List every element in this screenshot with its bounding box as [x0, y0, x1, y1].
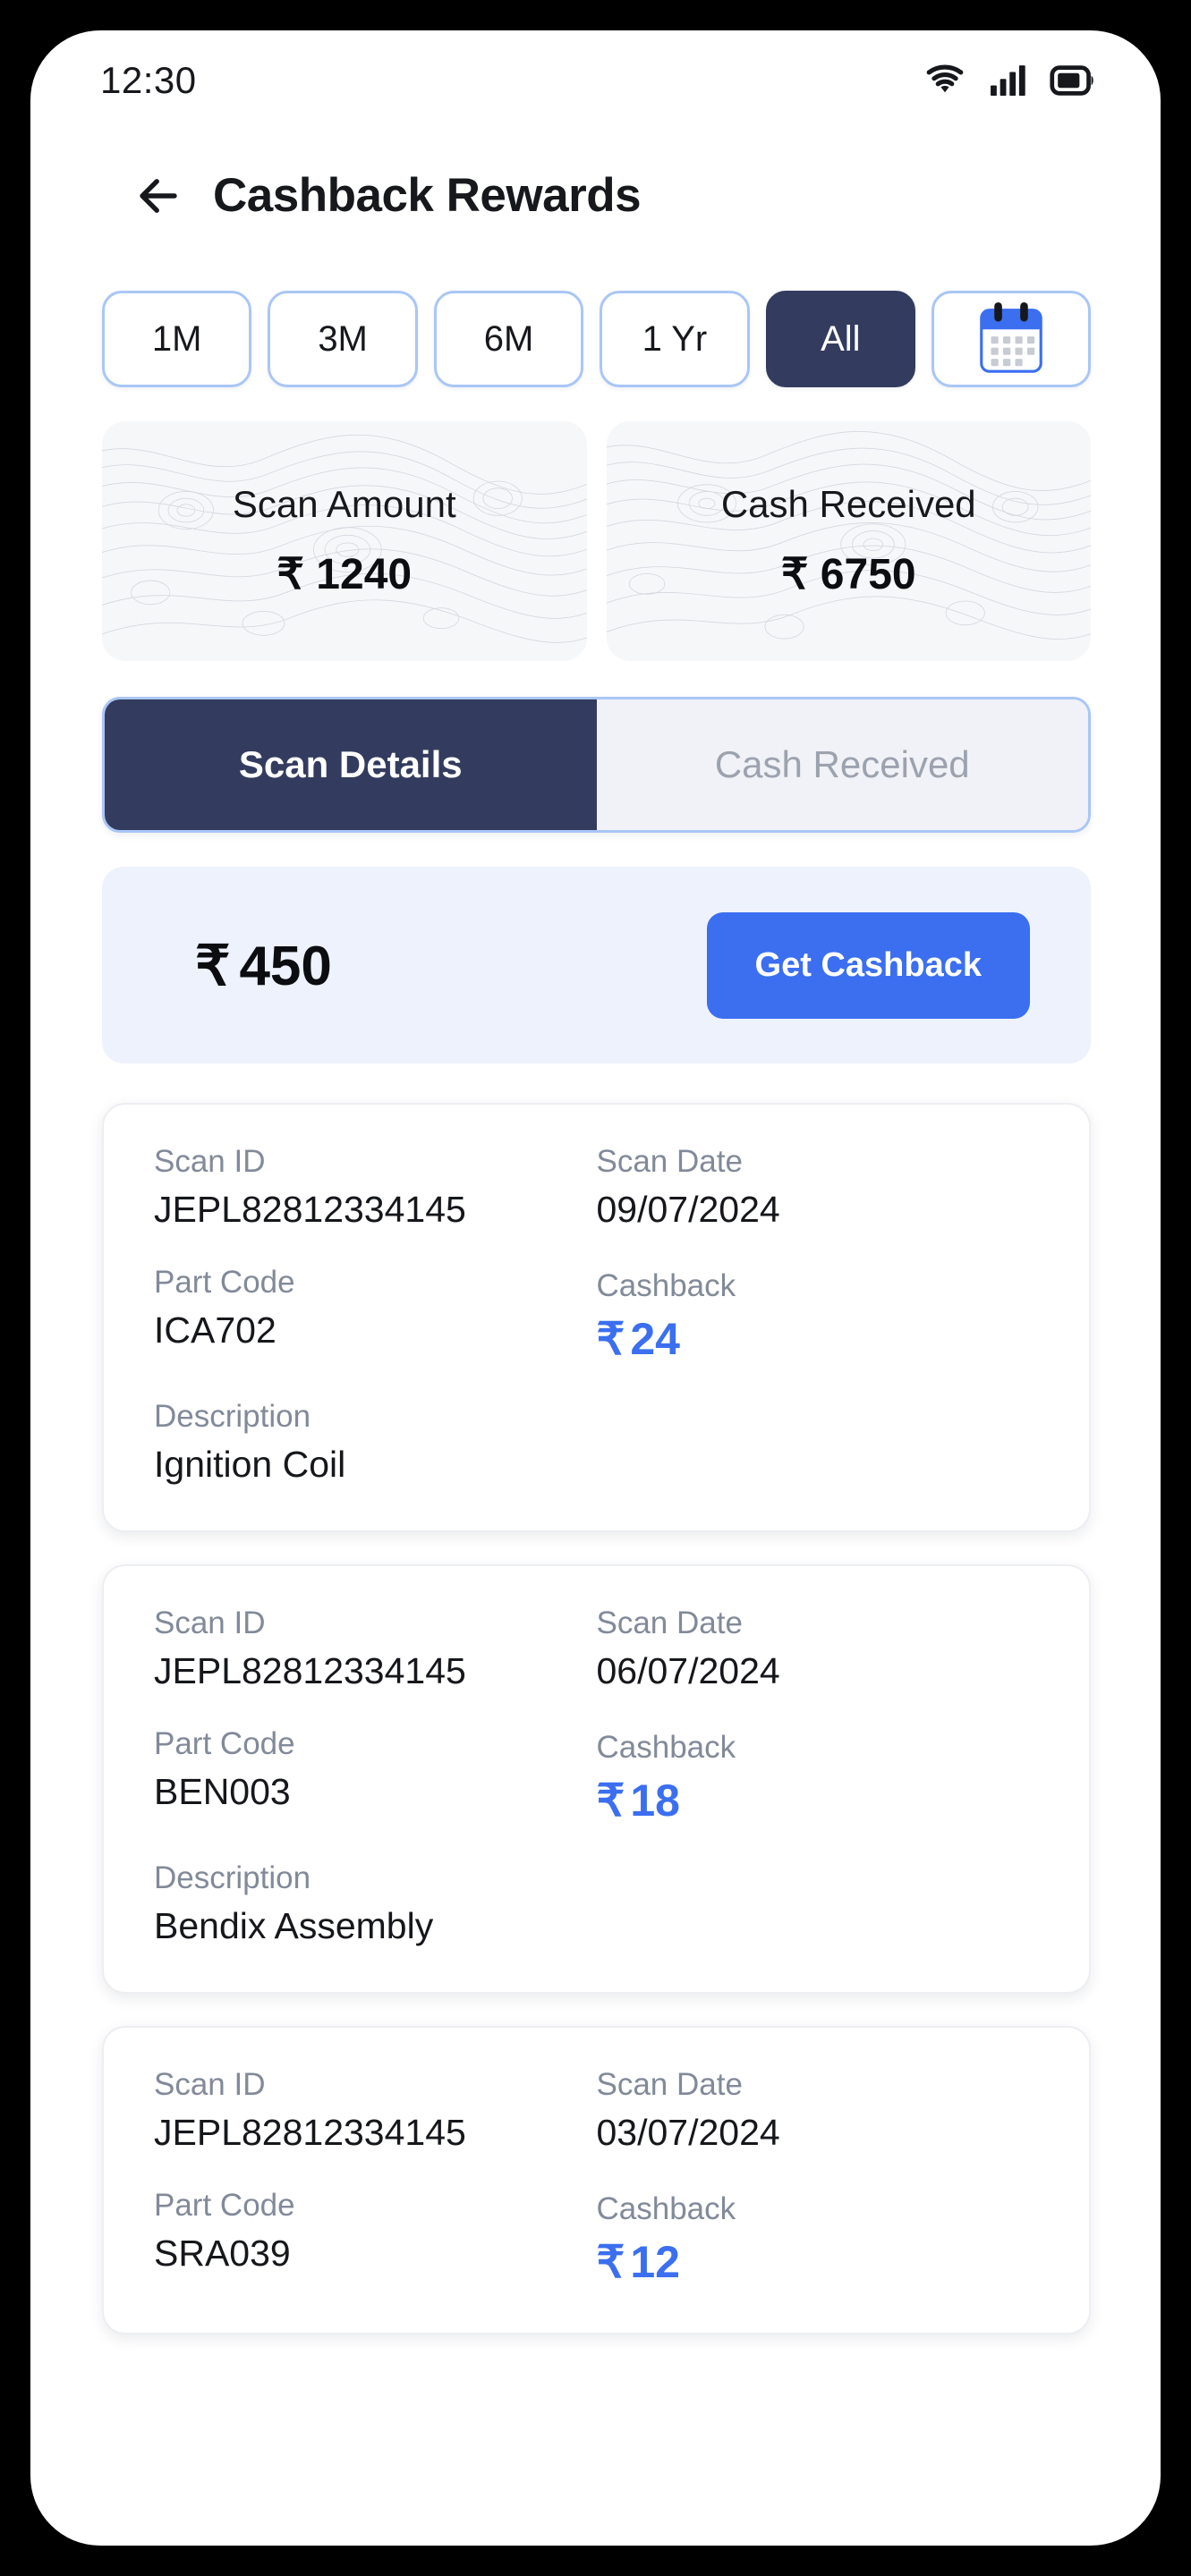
back-arrow-icon[interactable] [134, 172, 183, 220]
cashback-total: ₹450 [195, 933, 332, 998]
scan-date-cell: Scan Date 09/07/2024 [597, 1144, 1040, 1231]
tab-scan-details[interactable]: Scan Details [105, 699, 597, 830]
status-bar: 12:30 [30, 30, 1161, 131]
scan-card[interactable]: Scan ID JEPL82812334145 Scan Date 03/07/… [102, 2026, 1091, 2334]
cashback-number: 12 [630, 2237, 680, 2287]
scan-date-value: 03/07/2024 [596, 2112, 780, 2153]
part-code-value: ICA702 [154, 1309, 276, 1351]
part-code-value: SRA039 [154, 2233, 291, 2274]
page-title: Cashback Rewards [213, 169, 642, 222]
cashback-total-value: 450 [239, 935, 332, 997]
cashback-cell: Cashback ₹18 [597, 1726, 1040, 1826]
phone-screen: 12:30 Cashback Rewards 1M 3M 6M 1 Yr All… [30, 30, 1161, 2546]
rupee-symbol: ₹ [596, 1314, 625, 1364]
description-label: Description [154, 1399, 311, 1434]
cashback-label: Cashback [596, 1730, 736, 1765]
part-code-value: BEN003 [154, 1771, 291, 1812]
signal-icon [989, 64, 1026, 97]
scan-date-value: 06/07/2024 [596, 1650, 780, 1691]
cashback-amount: ₹12 [597, 2236, 1040, 2288]
scan-id-value: JEPL82812334145 [154, 1189, 466, 1230]
cashback-label: Cashback [596, 1268, 736, 1303]
scan-id-label: Scan ID [154, 1606, 266, 1640]
scan-id-cell: Scan ID JEPL82812334145 [154, 1606, 597, 1692]
scan-id-value: JEPL82812334145 [154, 1650, 466, 1691]
scan-card[interactable]: Scan ID JEPL82812334145 Scan Date 09/07/… [102, 1103, 1091, 1532]
part-code-label: Part Code [154, 1265, 295, 1300]
summary-value: ₹ 1240 [276, 551, 413, 598]
summary-value: ₹ 6750 [780, 551, 916, 598]
wifi-icon [924, 64, 966, 97]
filter-chip-6m[interactable]: 6M [433, 291, 584, 387]
cashback-cell: Cashback ₹24 [597, 1265, 1040, 1365]
cashback-banner: ₹450 Get Cashback [102, 867, 1091, 1063]
date-picker-button[interactable] [932, 291, 1092, 387]
description-label: Description [154, 1860, 311, 1895]
summary-card-cash-received: Cash Received ₹ 6750 [606, 421, 1091, 661]
spacer-cell [597, 1860, 1040, 1947]
summary-label: Cash Received [720, 483, 976, 525]
cashback-label: Cashback [596, 2191, 736, 2226]
scan-id-cell: Scan ID JEPL82812334145 [154, 2067, 597, 2154]
app-bar: Cashback Rewards [30, 131, 1161, 223]
part-code-label: Part Code [154, 1726, 295, 1761]
scan-id-value: JEPL82812334145 [154, 2112, 466, 2153]
scan-list: Scan ID JEPL82812334145 Scan Date 09/07/… [30, 1063, 1161, 2334]
filter-chip-row: 1M 3M 6M 1 Yr All [30, 223, 1161, 387]
spacer-cell [597, 1399, 1040, 1486]
scan-date-cell: Scan Date 06/07/2024 [597, 1606, 1040, 1692]
cashback-number: 18 [630, 1775, 680, 1826]
scan-card[interactable]: Scan ID JEPL82812334145 Scan Date 06/07/… [102, 1564, 1091, 1994]
cashback-cell: Cashback ₹12 [597, 2188, 1040, 2288]
rupee-symbol: ₹ [596, 2237, 625, 2287]
tab-row: Scan Details Cash Received [102, 697, 1091, 833]
scan-id-label: Scan ID [154, 1144, 266, 1179]
filter-chip-all[interactable]: All [765, 291, 916, 387]
description-value: Ignition Coil [154, 1444, 346, 1485]
rupee-symbol: ₹ [195, 935, 231, 997]
scan-date-value: 09/07/2024 [596, 1189, 780, 1230]
filter-chip-3m[interactable]: 3M [268, 291, 418, 387]
part-code-cell: Part Code BEN003 [154, 1726, 597, 1826]
calendar-icon [973, 300, 1050, 378]
scan-id-label: Scan ID [154, 2067, 266, 2102]
rupee-symbol: ₹ [596, 1775, 625, 1826]
summary-label: Scan Amount [232, 483, 456, 525]
description-cell: Description Bendix Assembly [154, 1860, 597, 1947]
cashback-number: 24 [630, 1314, 680, 1364]
status-icons [924, 64, 1096, 97]
part-code-cell: Part Code ICA702 [154, 1265, 597, 1365]
part-code-label: Part Code [154, 2188, 295, 2223]
scan-date-label: Scan Date [596, 1144, 743, 1179]
summary-row: Scan Amount ₹ 1240 Cash Received ₹ 6750 [30, 387, 1161, 661]
cashback-amount: ₹18 [597, 1775, 1040, 1826]
scan-id-cell: Scan ID JEPL82812334145 [154, 1144, 597, 1231]
tab-cash-received[interactable]: Cash Received [596, 699, 1088, 830]
status-time: 12:30 [100, 59, 197, 101]
get-cashback-button[interactable]: Get Cashback [706, 911, 1030, 1019]
cashback-amount: ₹24 [597, 1313, 1040, 1365]
battery-icon [1050, 65, 1096, 96]
description-cell: Description Ignition Coil [154, 1399, 597, 1486]
scan-date-label: Scan Date [596, 2067, 743, 2102]
filter-chip-1yr[interactable]: 1 Yr [600, 291, 750, 387]
summary-card-scan-amount: Scan Amount ₹ 1240 [102, 421, 587, 661]
topo-pattern [102, 434, 587, 643]
scan-date-label: Scan Date [596, 1606, 743, 1640]
description-value: Bendix Assembly [154, 1905, 434, 1946]
topo-pattern [606, 431, 1091, 640]
scan-date-cell: Scan Date 03/07/2024 [597, 2067, 1040, 2154]
part-code-cell: Part Code SRA039 [154, 2188, 597, 2288]
filter-chip-1m[interactable]: 1M [102, 291, 252, 387]
